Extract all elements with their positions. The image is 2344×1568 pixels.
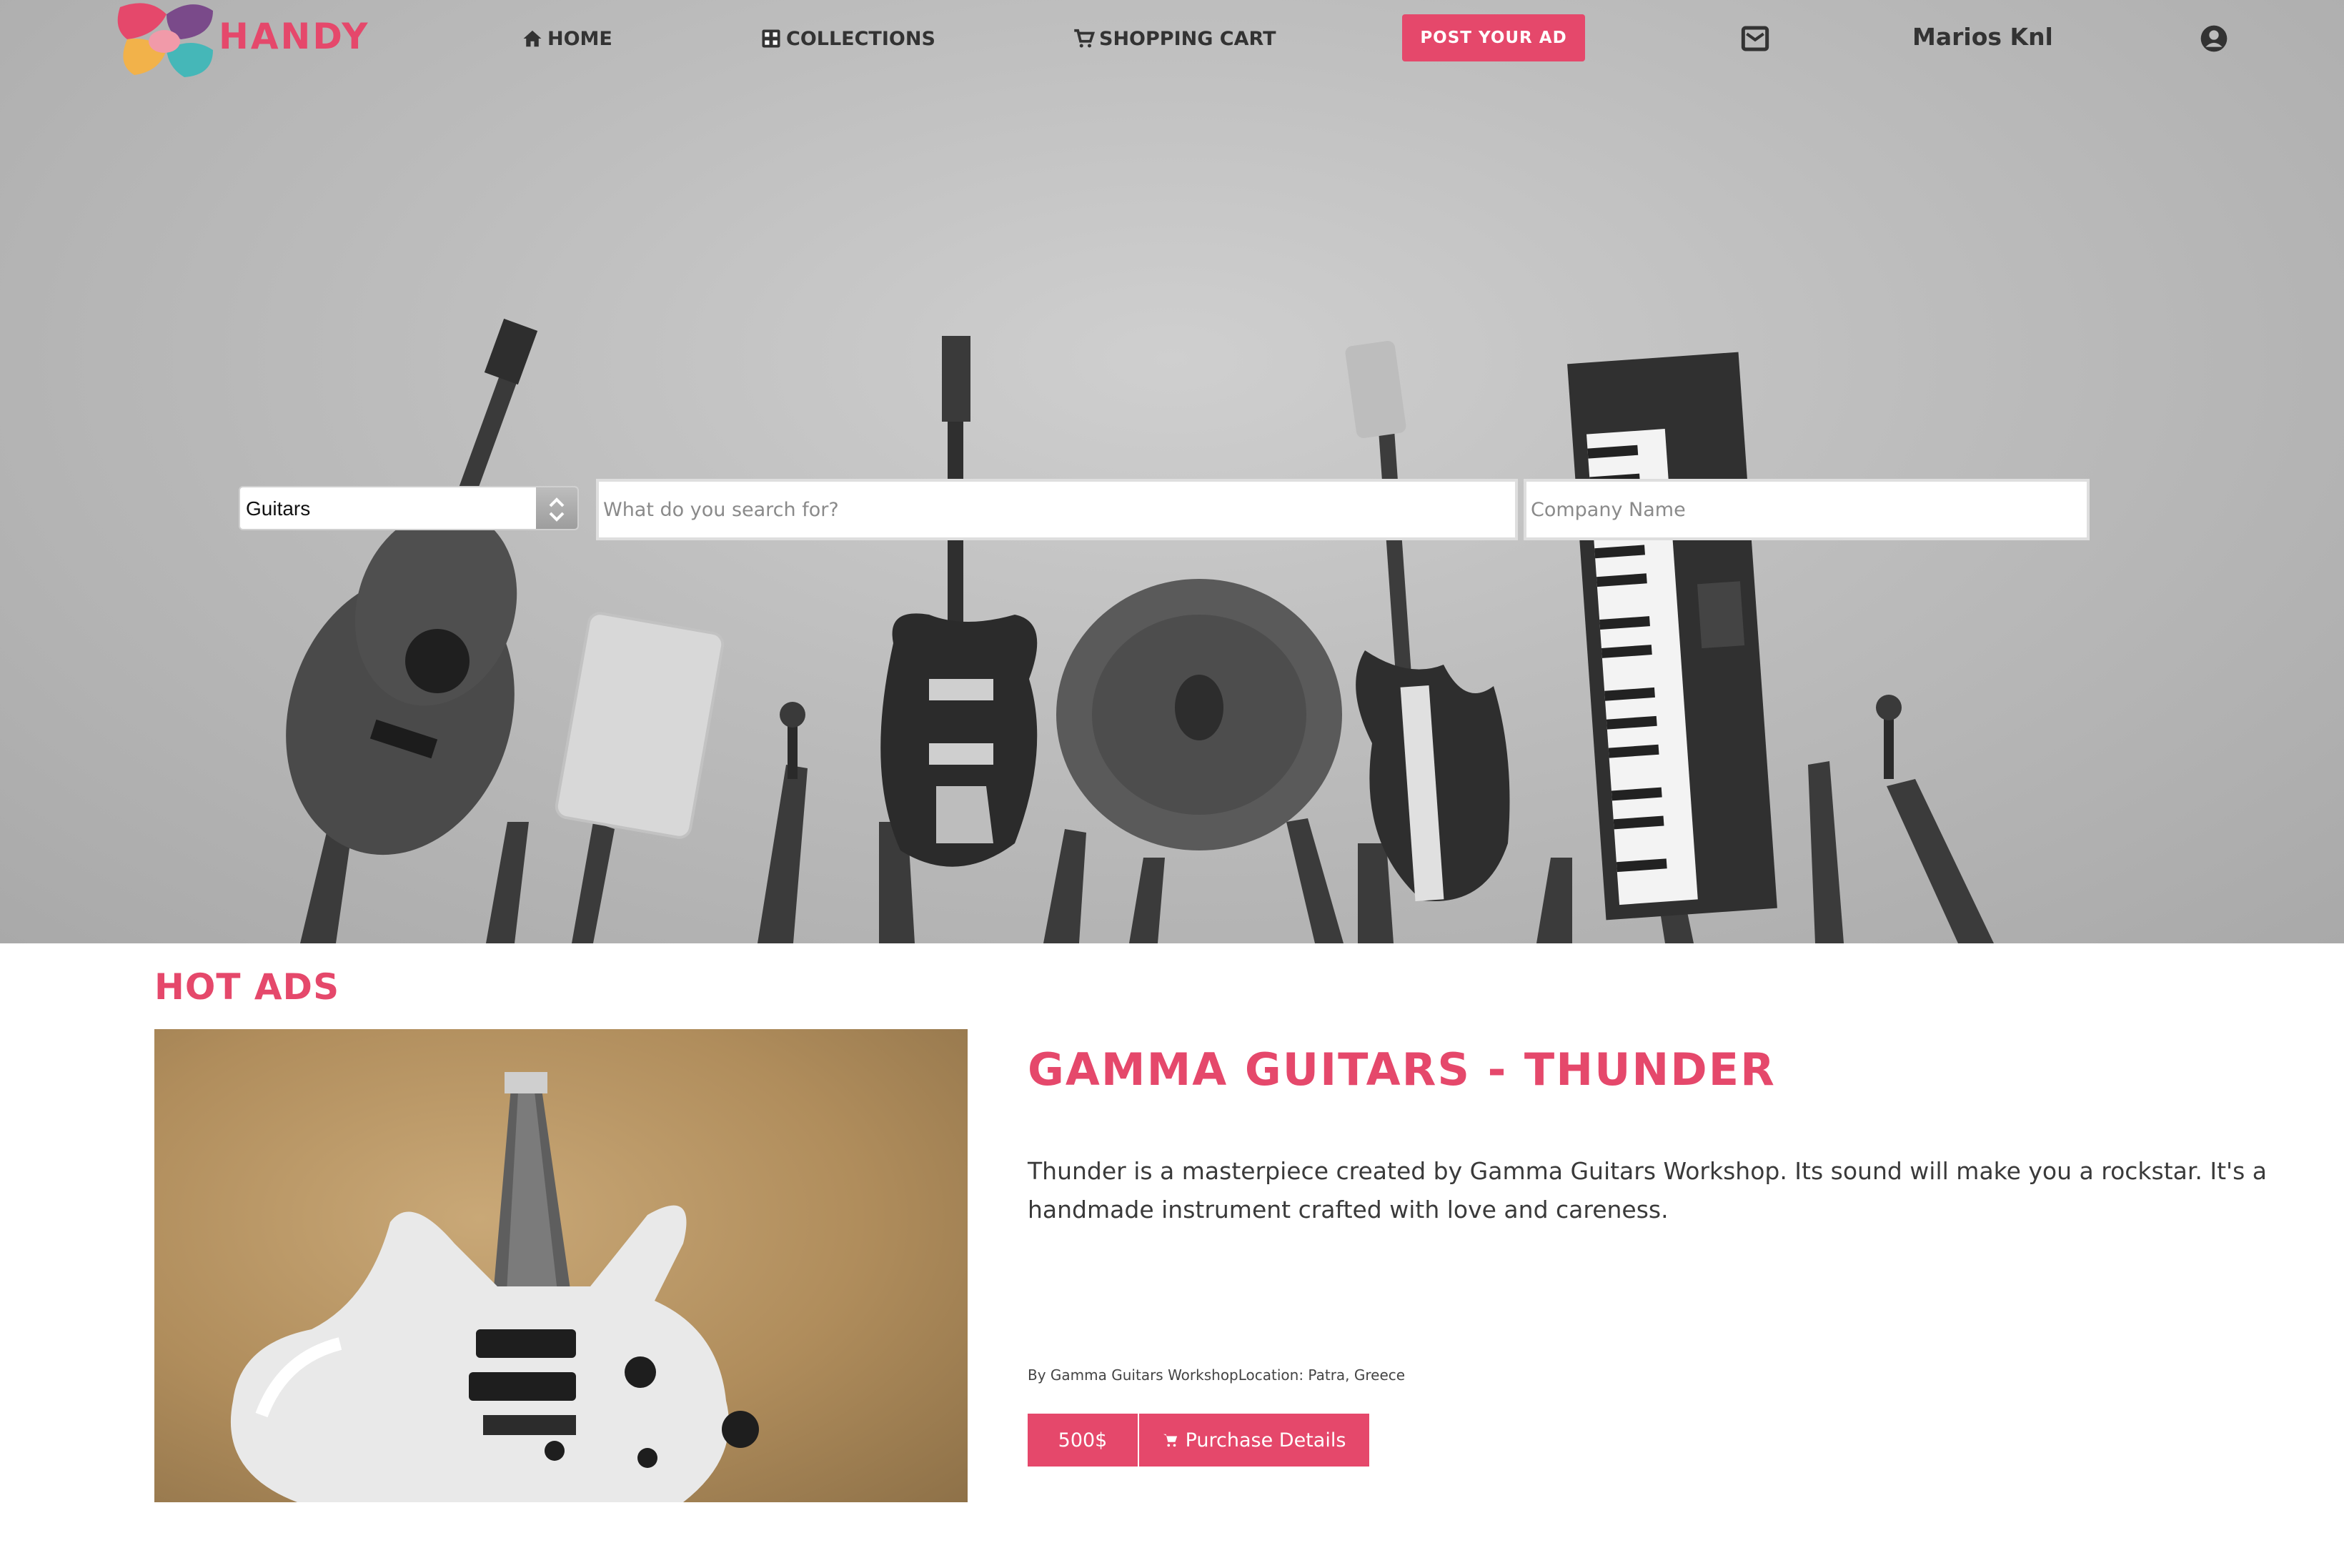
ad-title[interactable]: GAMMA GUITARS - THUNDER <box>1028 1043 1776 1096</box>
top-navbar: HANDY HOME COLLECTIONS SHOPPING CART POS… <box>0 0 2344 79</box>
ad-description: Thunder is a masterpiece created by Gamm… <box>1028 1157 2268 1224</box>
category-select-value: Guitars <box>246 497 311 520</box>
hero-instruments-image <box>286 318 1994 943</box>
ad-image[interactable] <box>154 1029 968 1502</box>
hero-banner <box>0 0 2344 943</box>
logo-mark-icon <box>117 3 213 77</box>
white-electric-guitar-image <box>230 1072 759 1502</box>
purchase-details-label: Purchase Details <box>1185 1429 1346 1452</box>
user-circle-icon[interactable] <box>2200 24 2228 53</box>
home-icon <box>523 30 542 47</box>
price-button[interactable]: 500$ <box>1028 1414 1138 1467</box>
search-query-input[interactable] <box>596 479 1518 540</box>
nav-home[interactable]: HOME <box>522 24 612 53</box>
user-name[interactable]: Marios Knl <box>1912 23 2053 51</box>
company-name-input[interactable] <box>1524 479 2090 540</box>
cart-icon <box>1163 1434 1177 1447</box>
nav-cart-label: SHOPPING CART <box>1099 27 1276 50</box>
grid-icon <box>762 29 780 48</box>
brand-name: HANDY <box>219 16 370 57</box>
post-ad-button[interactable]: POST YOUR AD <box>1402 14 1585 61</box>
purchase-details-button[interactable]: Purchase Details <box>1139 1414 1369 1467</box>
hot-ads-title: HOT ADS <box>154 966 340 1008</box>
envelope-icon[interactable] <box>1741 24 1769 53</box>
category-select[interactable]: Guitars <box>239 486 579 530</box>
cart-icon <box>1074 29 1095 48</box>
select-arrows <box>536 487 577 529</box>
nav-collections-label: COLLECTIONS <box>786 27 935 50</box>
chevron-up-down-icon <box>549 497 565 522</box>
nav-collections[interactable]: COLLECTIONS <box>760 24 935 53</box>
nav-shopping-cart[interactable]: SHOPPING CART <box>1073 24 1276 53</box>
ad-seller-location: By Gamma Guitars WorkshopLocation: Patra… <box>1028 1366 1406 1384</box>
nav-home-label: HOME <box>547 27 612 50</box>
brand-logo[interactable]: HANDY <box>113 0 367 79</box>
